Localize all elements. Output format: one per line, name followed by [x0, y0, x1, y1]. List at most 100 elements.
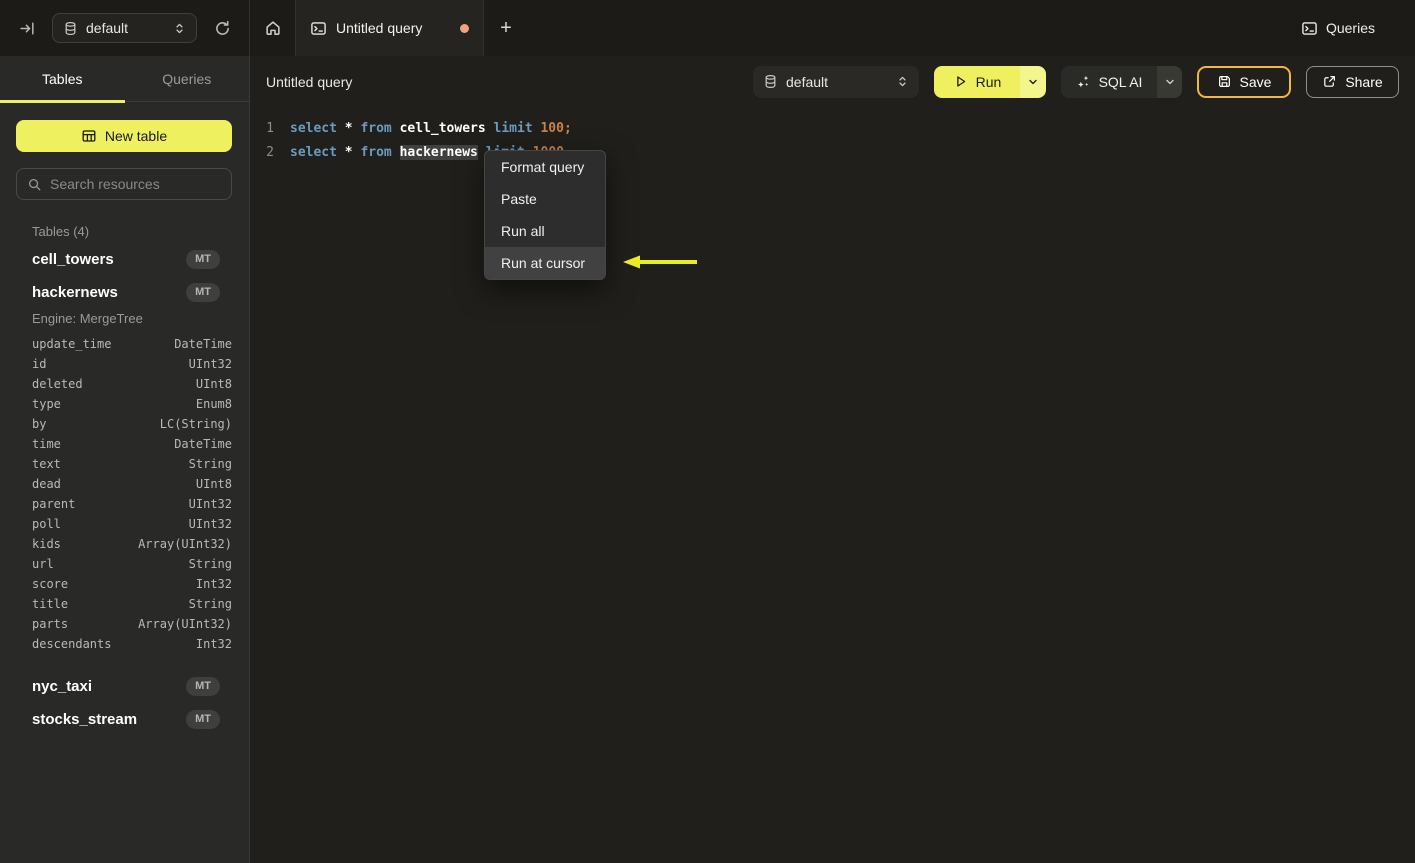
column-name: poll	[32, 517, 61, 531]
column-name: by	[32, 417, 47, 431]
engine-badge: MT	[186, 250, 220, 269]
queries-button[interactable]: Queries	[1301, 0, 1415, 56]
code-text: select * from cell_towers limit 100;	[290, 120, 572, 136]
menu-item-run-at-cursor[interactable]: Run at cursor	[485, 247, 605, 279]
table-row[interactable]: cell_towers MT	[0, 243, 249, 276]
database-selector[interactable]: default	[52, 13, 197, 43]
table-name: hackernews	[32, 284, 118, 301]
database-selector-value: default	[786, 73, 829, 90]
column-type: String	[188, 557, 232, 571]
table-name: stocks_stream	[32, 711, 138, 728]
column-type: UInt32	[188, 357, 232, 371]
chevron-down-icon	[1164, 76, 1176, 88]
sql-ai-options-button[interactable]	[1157, 65, 1182, 98]
column-row: by LC(String)	[0, 414, 249, 434]
search-icon	[27, 177, 42, 192]
run-button[interactable]: Run	[934, 65, 1020, 98]
column-name: kids	[32, 537, 61, 551]
column-type: Array(UInt32)	[138, 537, 232, 551]
collapse-sidebar-icon[interactable]	[12, 13, 42, 43]
column-name: dead	[32, 477, 61, 491]
search-box	[16, 168, 232, 200]
top-bar: default Untitled query + Queries	[0, 0, 1415, 56]
column-name: update_time	[32, 337, 112, 351]
table-name: nyc_taxi	[32, 678, 93, 695]
sidebar-tabs: Tables Queries	[0, 56, 249, 102]
sql-editor[interactable]: 1 select * from cell_towers limit 100; 2…	[250, 107, 1415, 863]
query-title: Untitled query	[266, 73, 353, 90]
column-row: score Int32	[0, 574, 249, 594]
tab-label: Untitled query	[336, 20, 423, 36]
terminal-icon	[310, 20, 327, 37]
table-row[interactable]: hackernews MT	[0, 276, 249, 309]
table-grid-icon	[81, 128, 97, 144]
column-type: UInt8	[195, 477, 232, 491]
table-row[interactable]: stocks_stream MT	[0, 703, 249, 736]
column-row: time DateTime	[0, 434, 249, 454]
column-type: UInt8	[195, 377, 232, 391]
unsaved-changes-dot	[460, 23, 469, 33]
chevron-down-icon	[1027, 76, 1039, 88]
database-selector-value: default	[86, 20, 129, 36]
column-type: DateTime	[174, 437, 232, 451]
code-line[interactable]: 1 select * from cell_towers limit 100;	[250, 116, 1415, 140]
sidebar-tab-queries[interactable]: Queries	[125, 56, 250, 101]
queries-label: Queries	[1325, 20, 1375, 36]
share-button[interactable]: Share	[1306, 65, 1399, 98]
column-name: score	[32, 577, 69, 591]
menu-item-run-all[interactable]: Run all	[485, 215, 605, 247]
share-label: Share	[1345, 73, 1383, 90]
save-button[interactable]: Save	[1197, 65, 1291, 98]
external-link-icon	[1322, 74, 1337, 89]
column-name: url	[32, 557, 54, 571]
context-menu: Format query Paste Run all Run at cursor	[484, 150, 606, 280]
column-row: id UInt32	[0, 354, 249, 374]
column-row: parent UInt32	[0, 494, 249, 514]
table-name: cell_towers	[32, 251, 114, 268]
column-row: update_time DateTime	[0, 334, 249, 354]
column-type: String	[188, 457, 232, 471]
annotation-arrow-icon	[623, 255, 697, 269]
tables-section-label: Tables (4)	[32, 224, 90, 239]
column-row: type Enum8	[0, 394, 249, 414]
column-row: dead UInt8	[0, 474, 249, 494]
updown-chevron-icon	[173, 22, 186, 35]
search-input[interactable]	[50, 176, 221, 192]
engine-badge: MT	[186, 283, 220, 302]
column-type: Int32	[195, 637, 232, 651]
column-row: text String	[0, 454, 249, 474]
home-button[interactable]	[250, 0, 296, 56]
run-options-button[interactable]	[1020, 65, 1046, 98]
menu-item-format-query[interactable]: Format query	[485, 151, 605, 183]
code-line[interactable]: 2 select * from hackernews limit 1000	[250, 140, 1415, 164]
run-label: Run	[975, 73, 1002, 90]
new-table-label: New table	[104, 128, 168, 144]
table-columns: update_time DateTime id UInt32 deleted U…	[0, 334, 249, 670]
save-icon	[1217, 74, 1232, 89]
editor-lines: 1 select * from cell_towers limit 100; 2…	[250, 116, 1415, 164]
column-name: title	[32, 597, 69, 611]
new-tab-button[interactable]: +	[484, 0, 528, 56]
refresh-icon[interactable]	[207, 13, 237, 43]
column-type: DateTime	[174, 337, 232, 351]
database-selector[interactable]: default	[753, 65, 919, 98]
sql-ai-label: SQL AI	[1098, 73, 1143, 90]
engine-badge: MT	[186, 710, 220, 729]
sidebar-header: default	[0, 0, 250, 56]
column-row: url String	[0, 554, 249, 574]
sidebar-tab-tables[interactable]: Tables	[0, 56, 125, 101]
save-label: Save	[1239, 73, 1272, 90]
column-row: poll UInt32	[0, 514, 249, 534]
tab-untitled-query[interactable]: Untitled query	[296, 0, 484, 56]
column-row: deleted UInt8	[0, 374, 249, 394]
table-row[interactable]: nyc_taxi MT	[0, 670, 249, 703]
column-type: Enum8	[195, 397, 232, 411]
menu-item-paste[interactable]: Paste	[485, 183, 605, 215]
sql-ai-button[interactable]: SQL AI	[1061, 66, 1157, 98]
toolbar-actions: default Run SQL AI Save Share	[753, 65, 1399, 98]
column-name: parent	[32, 497, 76, 511]
tables-list: cell_towers MT hackernews MT Engine: Merg…	[0, 243, 249, 736]
line-number: 1	[266, 120, 274, 136]
column-type: Array(UInt32)	[138, 617, 232, 631]
new-table-button[interactable]: New table	[16, 120, 232, 152]
